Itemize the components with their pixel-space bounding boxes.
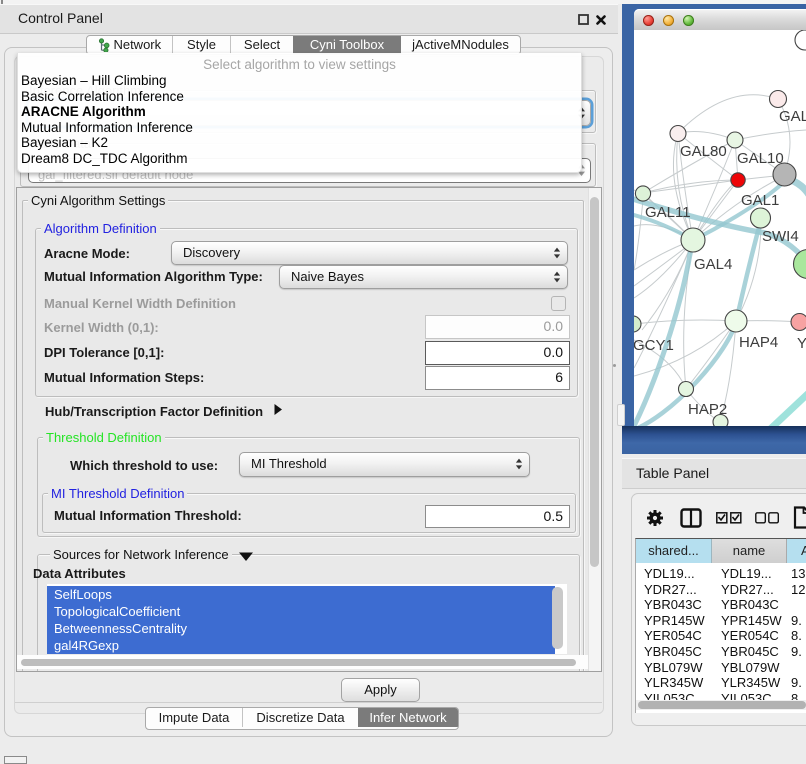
svg-text:GAL7: GAL7 — [779, 108, 806, 125]
svg-text:GCY1: GCY1 — [634, 337, 674, 354]
svg-text:GAL4: GAL4 — [694, 256, 732, 273]
svg-text:GAL11: GAL11 — [645, 204, 691, 221]
svg-text:GAL80: GAL80 — [680, 143, 727, 160]
svg-text:GAL1: GAL1 — [741, 192, 779, 209]
svg-text:HAP4: HAP4 — [739, 334, 778, 351]
svg-text:HAP2: HAP2 — [688, 401, 727, 418]
svg-text:SWI4: SWI4 — [762, 228, 799, 245]
svg-text:Y: Y — [797, 335, 806, 352]
svg-text:GAL10: GAL10 — [737, 150, 784, 167]
